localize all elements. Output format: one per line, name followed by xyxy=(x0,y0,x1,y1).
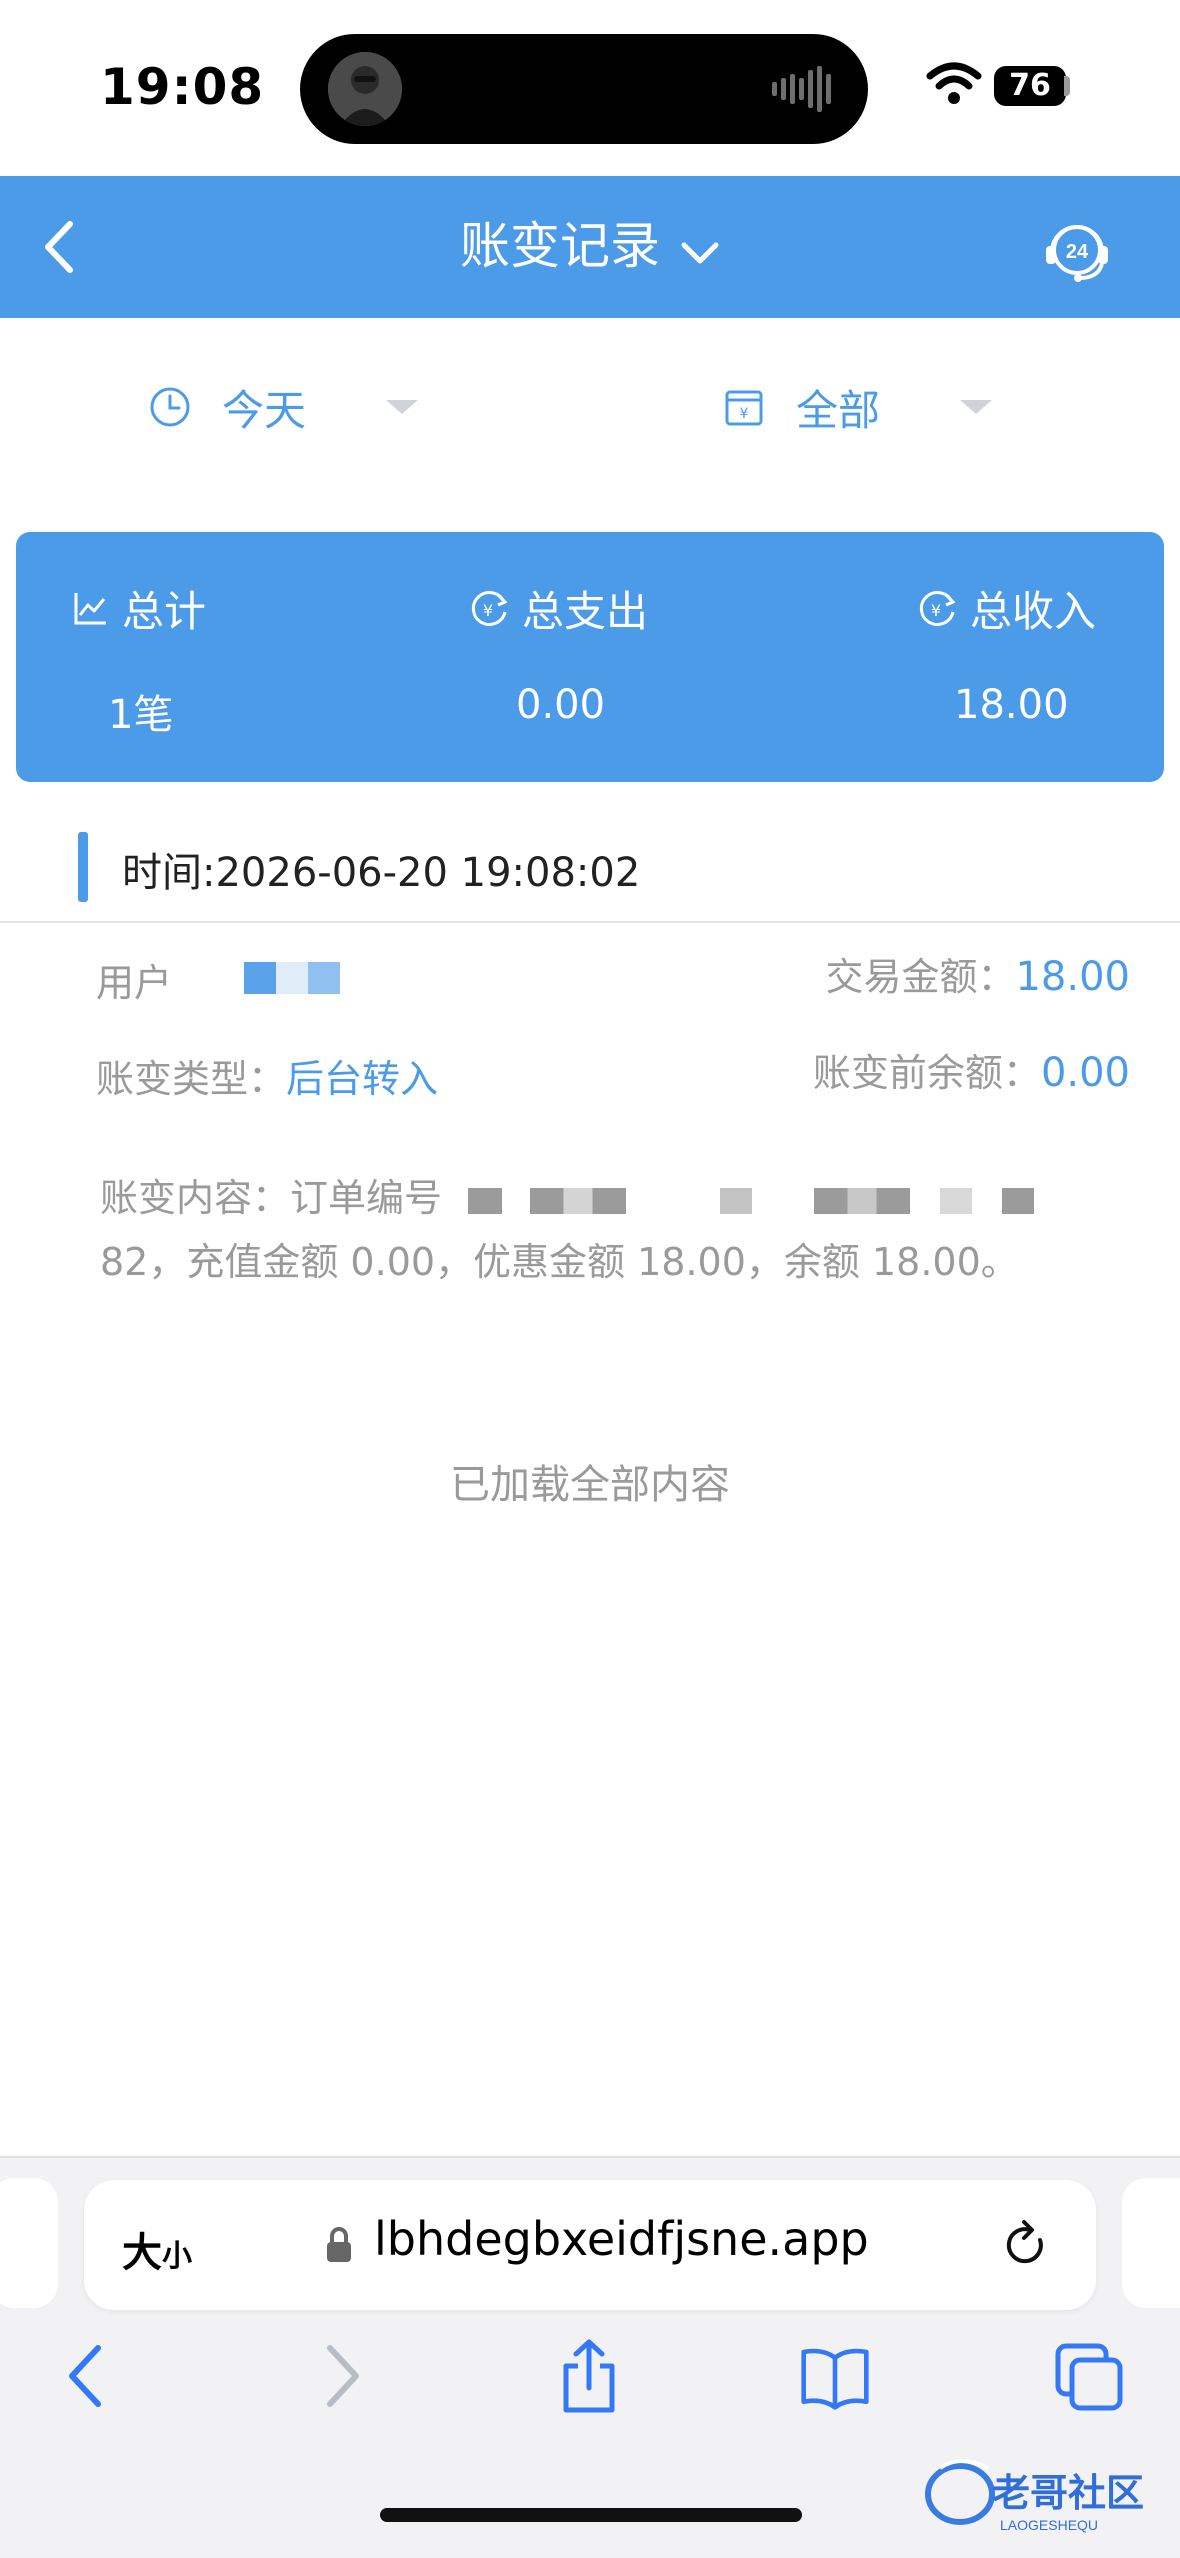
divider xyxy=(0,921,1180,923)
reload-icon[interactable] xyxy=(1000,2218,1052,2274)
chevron-down-icon xyxy=(680,214,720,286)
svg-text:老哥社区: 老哥社区 xyxy=(992,2471,1144,2515)
share-icon[interactable] xyxy=(554,2338,624,2414)
pre-balance-value: 0.00 xyxy=(1040,1050,1130,1096)
text-size-button[interactable]: 大小 xyxy=(122,2220,192,2278)
text-size-small: 小 xyxy=(162,2239,192,2274)
date-filter-label: 今天 xyxy=(222,385,307,435)
content-detail: 82，充值金额 0.00，优惠金额 18.00，余额 18.00。 xyxy=(100,1240,1019,1284)
pre-balance-row: 账变前余额：0.00 xyxy=(813,1042,1130,1097)
type-filter-label: 全部 xyxy=(796,385,881,435)
lock-icon xyxy=(327,2227,351,2262)
calendar-icon: ¥ xyxy=(725,390,763,426)
clock-icon xyxy=(150,387,190,427)
yen-cycle-icon: ¥ xyxy=(919,590,956,626)
watermark-logo: 老哥社区 LAOGESHEQU xyxy=(925,2459,1144,2533)
svg-text:24: 24 xyxy=(1066,241,1089,263)
type-filter[interactable]: ¥ 全部 xyxy=(722,372,993,442)
page-title-dropdown[interactable]: 账变记录 xyxy=(0,210,1180,286)
type-label: 账变类型： xyxy=(96,1057,287,1101)
address-bar[interactable]: 大小 lbhdegbxeidfjsne.app xyxy=(84,2180,1096,2310)
content-prefix: 账变内容：订单编号 xyxy=(100,1176,443,1220)
tabs-icon[interactable] xyxy=(1054,2338,1124,2414)
browser-forward-icon[interactable] xyxy=(306,2338,376,2414)
total-header: 总计 xyxy=(70,578,206,639)
amount-label: 交易金额： xyxy=(825,955,1016,999)
summary-card: 总计 ¥ 总支出 ¥ 总收入 1笔 0.00 18.00 xyxy=(16,532,1164,782)
income-header: ¥ 总收入 xyxy=(916,578,1096,639)
chart-line-icon xyxy=(74,592,106,624)
adjacent-tab-right[interactable] xyxy=(1122,2178,1180,2308)
load-complete-text: 已加载全部内容 xyxy=(450,1462,730,1508)
battery-indicator: 76 xyxy=(994,66,1066,106)
svg-text:¥: ¥ xyxy=(740,406,749,422)
type-row: 账变类型：后台转入 xyxy=(96,1048,438,1103)
transaction-amount-row: 交易金额：18.00 xyxy=(825,946,1130,1001)
svg-text:¥: ¥ xyxy=(931,601,941,620)
type-value: 后台转入 xyxy=(286,1057,439,1101)
url-text: lbhdegbxeidfjsne.app xyxy=(374,2212,869,2266)
dynamic-island xyxy=(300,34,868,144)
text-size-large: 大 xyxy=(122,2230,162,2276)
amount-value: 18.00 xyxy=(1015,954,1130,1000)
adjacent-tab-left[interactable] xyxy=(0,2178,58,2308)
status-time: 19:08 xyxy=(100,58,265,116)
svg-text:¥: ¥ xyxy=(483,601,493,620)
audio-wave-icon xyxy=(772,66,831,112)
bookmarks-icon[interactable] xyxy=(800,2338,870,2414)
support-24h-icon[interactable]: 24 xyxy=(1040,212,1114,286)
home-indicator xyxy=(380,2508,802,2522)
user-label: 用户 xyxy=(96,961,173,1005)
income-label: 总收入 xyxy=(970,587,1097,636)
total-count: 1笔 xyxy=(108,692,174,738)
expense-label: 总支出 xyxy=(522,587,649,636)
expense-header: ¥ 总支出 xyxy=(468,578,648,639)
income-amount: 18.00 xyxy=(954,682,1069,728)
status-bar: 19:08 76 xyxy=(0,0,1180,176)
date-filter[interactable]: 今天 xyxy=(148,372,419,442)
wifi-icon xyxy=(926,62,982,104)
expense-amount: 0.00 xyxy=(516,682,606,728)
caret-down-icon xyxy=(386,400,419,414)
user-value-redacted xyxy=(244,962,344,998)
yen-cycle-icon: ¥ xyxy=(471,590,508,626)
battery-cap xyxy=(1064,76,1070,96)
total-label: 总计 xyxy=(122,587,207,636)
record-content: 账变内容：订单编号 82，充值金额 0.00，优惠金额 18.00，余额 18.… xyxy=(100,1166,1060,1294)
svg-text:LAOGESHEQU: LAOGESHEQU xyxy=(1000,2517,1098,2533)
browser-toolbar: 大小 lbhdegbxeidfjsne.app 老哥社区 LAOGESHEQU xyxy=(0,2156,1180,2558)
browser-back-icon[interactable] xyxy=(52,2338,122,2414)
nav-header: 账变记录 24 xyxy=(0,176,1180,318)
order-number-redacted xyxy=(454,1176,1035,1220)
caret-down-icon xyxy=(960,400,993,414)
pre-balance-label: 账变前余额： xyxy=(812,1051,1041,1095)
page-title: 账变记录 xyxy=(460,217,660,275)
record-accent-bar xyxy=(78,832,88,902)
now-playing-avatar xyxy=(328,52,402,126)
record-time: 时间:2026-06-20 19:08:02 xyxy=(122,850,641,896)
